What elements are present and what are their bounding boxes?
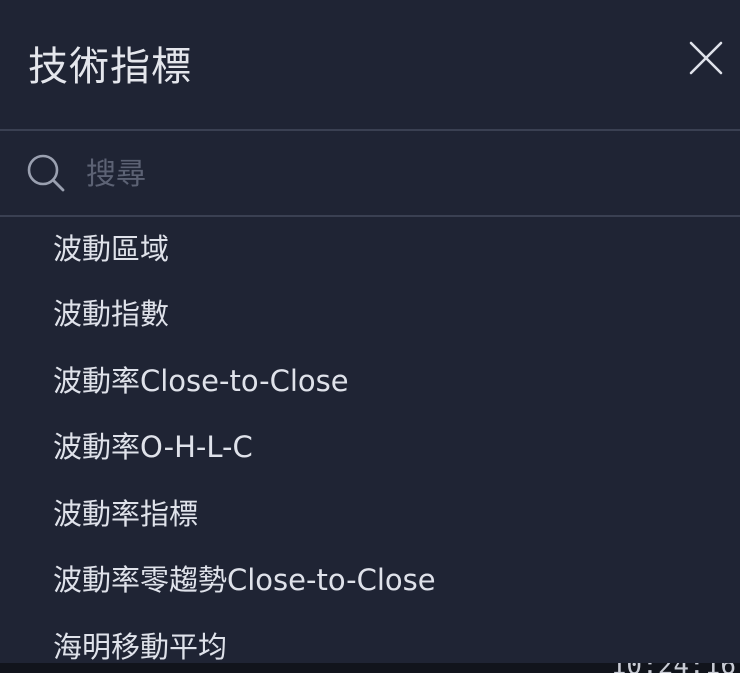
search-icon bbox=[27, 154, 65, 192]
bottom-bar: 10:24:16 bbox=[0, 663, 740, 673]
list-item[interactable]: 海明移動平均 bbox=[0, 614, 740, 664]
close-icon bbox=[689, 41, 723, 75]
list-item[interactable]: 波動率零趨勢Close-to-Close bbox=[0, 547, 740, 614]
time-label: 10:24:16 bbox=[611, 663, 736, 673]
list-item[interactable]: 波動指數 bbox=[0, 281, 740, 348]
dialog-title: 技術指標 bbox=[28, 44, 192, 90]
list-item[interactable]: 波動區域 bbox=[0, 217, 740, 281]
indicator-list: 波動區域 波動指數 波動率Close-to-Close 波動率O-H-L-C 波… bbox=[0, 217, 740, 663]
search-bar bbox=[0, 131, 740, 217]
search-input[interactable] bbox=[84, 151, 708, 197]
list-item[interactable]: 波動率Close-to-Close bbox=[0, 348, 740, 415]
dialog-header: 技術指標 bbox=[0, 0, 740, 131]
list-item[interactable]: 波動率指標 bbox=[0, 481, 740, 548]
list-item[interactable]: 波動率O-H-L-C bbox=[0, 414, 740, 481]
close-button[interactable] bbox=[688, 40, 724, 76]
technical-indicators-dialog: 技術指標 波動區域 波動指數 波動率Close-to-Close 波動率O-H-… bbox=[0, 0, 740, 663]
